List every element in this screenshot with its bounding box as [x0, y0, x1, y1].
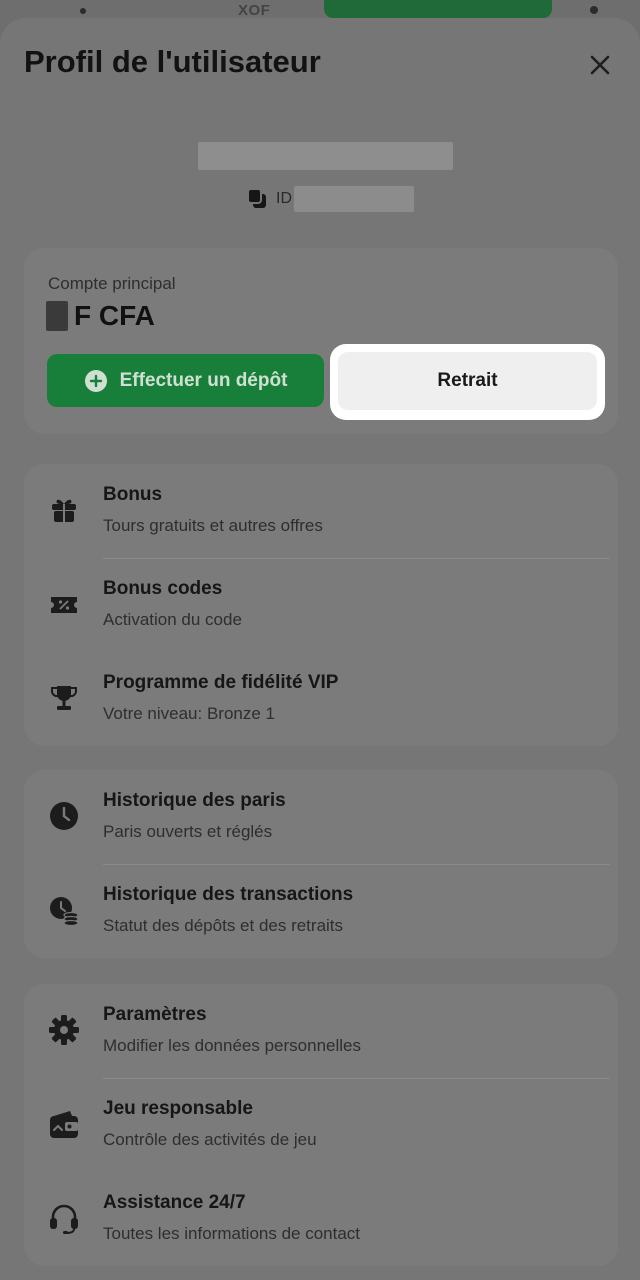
menu-item-title: Assistance 24/7 — [103, 1192, 246, 1213]
menu-item-subtitle: Modifier les données personnelles — [103, 1036, 361, 1055]
menu-item-subtitle: Toutes les informations de contact — [103, 1224, 361, 1243]
menu-item-title: Bonus codes — [103, 578, 223, 599]
headset-icon — [50, 1204, 78, 1234]
menu-item-subtitle: Contrôle des activités de jeu — [103, 1130, 317, 1149]
menu-item-title: Jeu responsable — [103, 1098, 253, 1119]
wallet-icon — [50, 1111, 78, 1138]
menu-item-responsible-gaming[interactable]: Jeu responsable Contrôle des activités d… — [24, 1078, 618, 1172]
menu-item-title: Historique des paris — [103, 790, 286, 811]
menu-group-history: Historique des paris Paris ouverts et ré… — [24, 770, 618, 958]
deposit-button[interactable]: Effectuer un dépôt — [47, 354, 324, 407]
page-title: Profil de l'utilisateur — [24, 44, 321, 79]
copy-icon[interactable] — [246, 187, 270, 211]
user-id-label: ID — [276, 190, 292, 207]
menu-item-title: Programme de fidélité VIP — [103, 672, 339, 693]
account-dot-icon — [590, 6, 598, 14]
currency-selector[interactable]: XOF — [238, 2, 270, 19]
menu-item-subtitle: Activation du code — [103, 610, 242, 629]
menu-item-transaction-history[interactable]: Historique des transactions Statut des d… — [24, 864, 618, 958]
menu-item-subtitle: Votre niveau: Bronze 1 — [103, 704, 276, 723]
balance-currency: F CFA — [74, 300, 155, 331]
menu-item-support[interactable]: Assistance 24/7 Toutes les informations … — [24, 1172, 618, 1266]
background-header: XOF — [0, 0, 640, 20]
withdraw-button[interactable]: Retrait — [338, 352, 597, 410]
username-redacted — [198, 142, 453, 170]
menu-item-vip-program[interactable]: Programme de fidélité VIP Votre niveau: … — [24, 652, 618, 746]
menu-group-settings: Paramètres Modifier les données personne… — [24, 984, 618, 1266]
header-deposit-button[interactable] — [324, 0, 552, 18]
close-icon — [590, 55, 610, 74]
trophy-icon — [51, 686, 77, 710]
menu-item-subtitle: Tours gratuits et autres offres — [103, 516, 323, 535]
withdraw-button-highlight: Retrait — [330, 344, 605, 420]
clock-icon — [50, 802, 78, 830]
menu-item-title: Historique des transactions — [103, 884, 354, 905]
menu-item-title: Paramètres — [103, 1004, 207, 1025]
plus-circle-icon — [84, 369, 107, 392]
user-id-row: ID — [246, 186, 414, 212]
menu-item-bonus[interactable]: Bonus Tours gratuits et autres offres — [24, 464, 618, 558]
profile-sheet: Profil de l'utilisateur ID Compte princi… — [0, 18, 640, 1280]
coupon-icon — [51, 597, 77, 613]
close-button[interactable] — [580, 46, 620, 86]
menu-item-subtitle: Statut des dépôts et des retraits — [103, 916, 344, 935]
transaction-history-icon — [50, 897, 79, 926]
gift-icon — [52, 499, 76, 522]
user-id-value-redacted — [294, 186, 414, 212]
menu-item-settings[interactable]: Paramètres Modifier les données personne… — [24, 984, 618, 1078]
gear-icon — [49, 1015, 79, 1045]
account-balance: F CFA — [46, 300, 155, 332]
menu-item-bet-history[interactable]: Historique des paris Paris ouverts et ré… — [24, 770, 618, 864]
menu-group-bonus: Bonus Tours gratuits et autres offres Bo… — [24, 464, 618, 746]
account-label: Compte principal — [48, 274, 176, 293]
menu-item-title: Bonus — [103, 484, 163, 505]
deposit-button-label: Effectuer un dépôt — [119, 369, 288, 391]
menu-item-subtitle: Paris ouverts et réglés — [103, 822, 273, 841]
menu-item-bonus-codes[interactable]: Bonus codes Activation du code — [24, 558, 618, 652]
balance-amount-redacted — [46, 301, 68, 331]
menu-dot-icon — [80, 8, 86, 14]
